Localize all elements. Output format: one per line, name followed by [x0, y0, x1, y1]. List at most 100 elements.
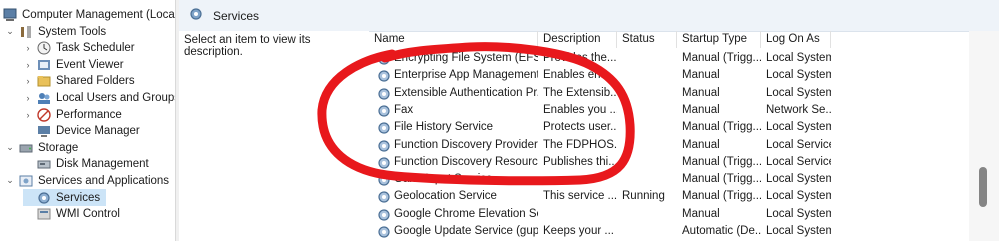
service-row[interactable]: Function Discovery Resourc... Publishes t…: [369, 154, 969, 171]
description-text: Select an item to view its description.: [184, 34, 311, 58]
chevron-down-icon[interactable]: ⌄: [5, 175, 15, 186]
cell-status: [617, 119, 677, 136]
chevron-down-icon[interactable]: ⌄: [5, 26, 15, 37]
cell-name: Enterprise App Management...: [394, 69, 538, 82]
tree-item-label: Performance: [56, 108, 122, 121]
chevron-right-icon[interactable]: ›: [23, 93, 33, 103]
cell-status: [617, 50, 677, 67]
cell-description: Enables ent...: [543, 69, 614, 82]
cell-status: [617, 85, 677, 102]
column-header-name[interactable]: Name: [369, 31, 538, 48]
tree-item-label: Device Manager: [56, 125, 140, 138]
service-row[interactable]: Google Chrome Elevation Se... Manual Local…: [369, 206, 969, 223]
cell-startup: Manual: [682, 69, 720, 82]
cell-logon: Local Service: [766, 155, 831, 168]
event-viewer-icon: [36, 57, 51, 72]
column-header-status[interactable]: Status: [617, 31, 677, 48]
cell-logon: Local System: [766, 225, 831, 237]
cell-name: GameInput Service: [394, 173, 493, 186]
service-row[interactable]: Geolocation Service This service ... Runni…: [369, 188, 969, 205]
cell-startup: Manual (Trigg...: [682, 52, 761, 64]
service-row[interactable]: File History Service Protects user... Manu…: [369, 119, 969, 136]
cell-name: Geolocation Service: [394, 190, 497, 203]
tree-item-label: System Tools: [38, 25, 107, 38]
description-panel: Select an item to view its description.: [179, 31, 369, 241]
cell-logon: Local System: [766, 86, 831, 99]
cell-startup: Manual (Trigg...: [682, 173, 761, 186]
tree-root-label: Computer Management (Local): [22, 8, 175, 21]
tree-item-task-scheduler[interactable]: › Task Scheduler: [23, 40, 135, 57]
chevron-down-icon[interactable]: ⌄: [5, 142, 15, 153]
cell-status: [617, 154, 677, 171]
cell-logon: Network Se...: [766, 103, 831, 116]
tree-item-event-viewer[interactable]: › Event Viewer: [23, 56, 124, 73]
navigation-tree: Computer Management (Local) ⌄ System Tool…: [0, 0, 175, 241]
tree-item-label: WMI Control: [56, 208, 120, 221]
column-header-description[interactable]: Description: [538, 31, 617, 48]
tree-item-label: Local Users and Groups: [56, 91, 175, 104]
cell-status: Running: [622, 190, 665, 203]
tree-item-device-manager[interactable]: Device Manager: [23, 123, 140, 140]
tree-item-local-users-and-groups[interactable]: › Local Users and Groups: [23, 89, 175, 106]
chevron-right-icon[interactable]: ›: [23, 76, 33, 86]
service-row[interactable]: GameInput Service Manual (Trigg... Local S…: [369, 171, 969, 188]
gear-icon: [36, 190, 51, 205]
cell-description: Keeps your ...: [543, 225, 614, 237]
cell-logon: Local Service: [766, 138, 831, 151]
tree-item-performance[interactable]: › Performance: [23, 106, 122, 123]
cell-status: [617, 137, 677, 154]
tree-item-shared-folders[interactable]: › Shared Folders: [23, 73, 135, 90]
tree-item-system-tools[interactable]: ⌄ System Tools: [5, 23, 106, 40]
cell-description: Enables you ...: [543, 103, 617, 116]
tree-item-label: Shared Folders: [56, 75, 135, 88]
cell-name: Google Chrome Elevation Se...: [394, 207, 538, 220]
vertical-scrollbar[interactable]: [969, 31, 999, 241]
scrollbar-thumb[interactable]: [979, 167, 987, 207]
service-row[interactable]: Google Update Service (gup... Keeps your …: [369, 223, 969, 240]
tree-item-label: Disk Management: [56, 158, 149, 171]
cell-startup: Manual: [682, 86, 720, 99]
tree-item-disk-management[interactable]: Disk Management: [23, 156, 149, 173]
cell-description: [538, 206, 617, 223]
cell-startup: Automatic (De...: [682, 225, 761, 237]
tree-root[interactable]: Computer Management (Local): [2, 6, 175, 23]
cell-description: Protects user...: [543, 121, 617, 134]
services-list: Name Description Status Startup Type Log On …: [369, 31, 969, 241]
wmi-icon: [36, 207, 51, 222]
column-header-log-on-as[interactable]: Log On As: [761, 31, 831, 48]
tree-item-label: Event Viewer: [56, 58, 124, 71]
cell-name: File History Service: [394, 121, 494, 134]
cell-name: Google Update Service (gup...: [394, 225, 538, 237]
cell-startup: Manual: [682, 138, 720, 151]
cell-logon: Local System: [766, 173, 831, 186]
storage-icon: [18, 140, 33, 155]
cell-startup: Manual (Trigg...: [682, 155, 761, 168]
chevron-right-icon[interactable]: ›: [23, 110, 33, 120]
cell-description: This service ...: [543, 190, 617, 203]
disk-icon: [36, 157, 51, 172]
header-title: Services: [213, 8, 260, 23]
cell-name: Function Discovery Provider ...: [394, 138, 538, 151]
chevron-right-icon[interactable]: ›: [23, 60, 33, 70]
service-row[interactable]: Encrypting File System (EFS) Provides the…: [369, 50, 969, 67]
tree-item-services-and-applications[interactable]: ⌄ Services and Applications: [5, 172, 169, 189]
service-row[interactable]: Fax Enables you ... Manual Network Se...: [369, 102, 969, 119]
service-row[interactable]: Enterprise App Management... Enables ent.…: [369, 67, 969, 84]
cell-startup: Manual: [682, 103, 720, 116]
tree-item-label: Task Scheduler: [56, 42, 135, 55]
tree-item-label: Services and Applications: [38, 174, 170, 187]
device-manager-icon: [36, 124, 51, 139]
computer-management-icon: [2, 7, 17, 22]
cell-status: [617, 171, 677, 188]
service-row[interactable]: Function Discovery Provider ... The FDPHO…: [369, 137, 969, 154]
cell-name: Extensible Authentication Pr...: [394, 86, 538, 99]
tree-item-label: Services: [56, 191, 101, 204]
column-header-startup-type[interactable]: Startup Type: [677, 31, 761, 48]
service-row[interactable]: Extensible Authentication Pr... The Exten…: [369, 85, 969, 102]
tree-item-storage[interactable]: ⌄ Storage: [5, 139, 78, 156]
tree-item-services[interactable]: Services: [23, 189, 107, 206]
tree-item-wmi-control[interactable]: WMI Control: [23, 206, 120, 223]
chevron-right-icon[interactable]: ›: [23, 43, 33, 53]
cell-logon: Local System: [766, 121, 831, 134]
clock-icon: [36, 41, 51, 56]
